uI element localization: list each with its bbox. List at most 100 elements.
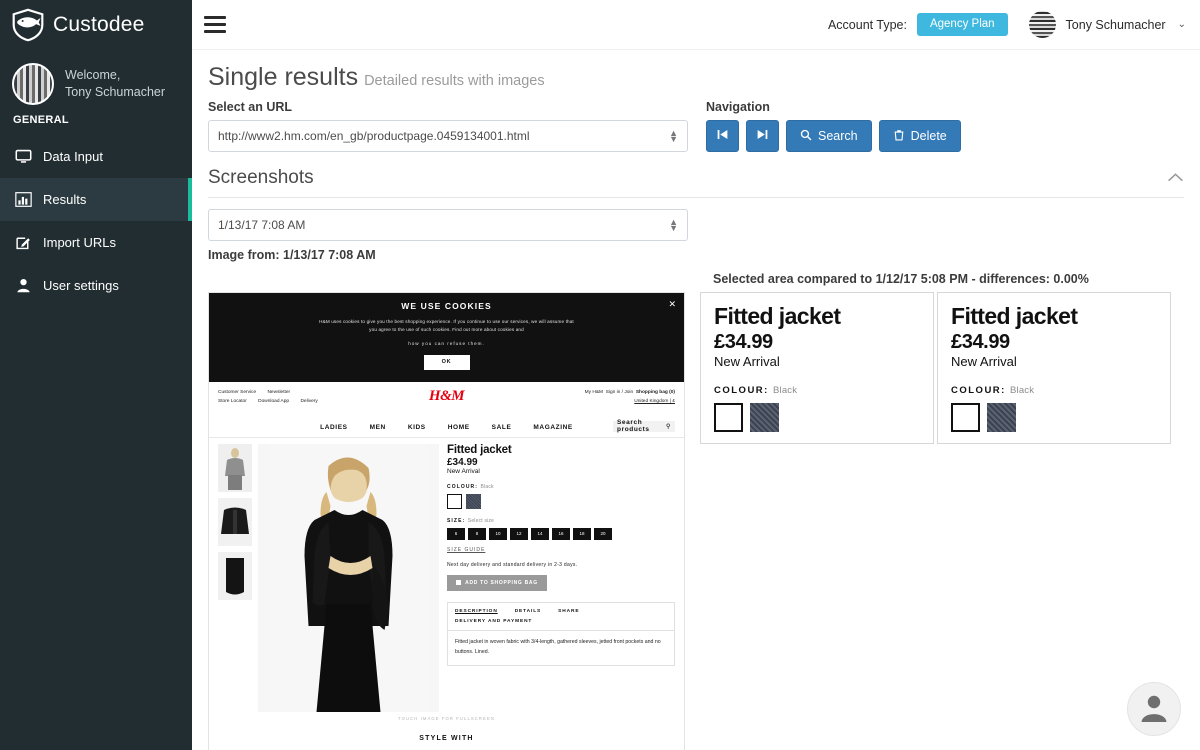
size-buttons: 6 8 10 12 14 16 18 20 — [447, 527, 675, 540]
utility-link[interactable]: Store Locator — [218, 399, 247, 404]
size-button[interactable]: 18 — [573, 527, 591, 540]
sidebar-item-data-input[interactable]: Data Input — [0, 135, 192, 178]
chevron-down-icon[interactable]: ⌄ — [1178, 19, 1186, 30]
user-icon — [15, 277, 32, 294]
welcome-greeting: Welcome, — [65, 68, 121, 82]
bar-chart-icon — [15, 191, 32, 208]
utility-link[interactable]: Download App — [258, 399, 289, 404]
screenshots-panel-header: Screenshots — [208, 167, 1184, 198]
site-utility-left: Customer Service Newsletter Store Locato… — [218, 388, 328, 407]
welcome-text: Welcome, Tony Schumacher — [65, 67, 165, 101]
screenshot-date-select[interactable]: 1/13/17 7:08 AM ▲ ▼ — [208, 209, 688, 241]
hm-logo[interactable]: H&M — [429, 388, 465, 405]
search-button[interactable]: Search — [786, 120, 872, 152]
support-avatar-button[interactable] — [1127, 682, 1181, 736]
close-icon[interactable]: ✕ — [668, 299, 676, 310]
my-account-link[interactable]: My H&M — [585, 390, 603, 395]
nav-home[interactable]: HOME — [448, 424, 470, 431]
brand-logo[interactable]: Custodee — [0, 0, 192, 50]
sidebar-item-results[interactable]: Results — [0, 178, 192, 221]
nav-magazine[interactable]: MAGAZINE — [533, 424, 572, 431]
colour-swatch-denim — [987, 403, 1016, 433]
trash-icon — [893, 129, 905, 144]
delete-button-label: Delete — [910, 129, 947, 143]
screenshot-area: WE USE COOKIES H&M uses cookies to give … — [192, 292, 1200, 750]
nav-kids[interactable]: KIDS — [408, 424, 426, 431]
size-button[interactable]: 16 — [552, 527, 570, 540]
navigation-label: Navigation — [706, 100, 770, 114]
description-tabs: DESCRIPTION DETAILS SHARE — [448, 603, 674, 619]
colour-swatch-denim[interactable] — [466, 493, 481, 509]
nav-sale[interactable]: SALE — [492, 424, 512, 431]
size-button[interactable]: 10 — [489, 527, 507, 540]
sidebar-item-label: Data Input — [43, 149, 103, 164]
colour-swatch-black — [714, 403, 743, 433]
card-colour-value-text: Black — [772, 385, 798, 397]
description-box: DESCRIPTION DETAILS SHARE DELIVERY AND P… — [447, 601, 675, 666]
screenshot-selector-row: 1/13/17 7:08 AM ▲ ▼ Image from: 1/13/17 7… — [208, 209, 1184, 286]
nav-ladies[interactable]: LADIES — [320, 424, 347, 431]
sidebar-item-label: Import URLs — [43, 235, 116, 250]
navigation-buttons: Search Delete — [706, 120, 961, 152]
card-colour-label-text: COLOUR: — [714, 385, 769, 397]
plan-badge[interactable]: Agency Plan — [916, 12, 1008, 37]
thumbnail-1[interactable] — [218, 443, 252, 492]
skip-back-icon — [716, 128, 729, 144]
card-colour-label: COLOUR: Black — [951, 385, 1157, 396]
delete-button[interactable]: Delete — [878, 120, 961, 152]
signin-link[interactable]: Sign in / Join — [606, 390, 633, 395]
first-record-button[interactable] — [706, 120, 739, 152]
url-select[interactable]: http://www2.hm.com/en_gb/productpage.045… — [208, 120, 688, 152]
thumbnail-2[interactable] — [218, 497, 252, 546]
sidebar-item-user-settings[interactable]: User settings — [0, 264, 192, 307]
hamburger-icon[interactable] — [204, 16, 226, 33]
colour-swatch-black[interactable] — [447, 493, 462, 509]
country-link[interactable]: United Kingdom | £ — [634, 399, 675, 404]
tab-delivery-payment[interactable]: DELIVERY AND PAYMENT — [448, 619, 674, 630]
sidebar: Custodee Welcome, Tony Schumacher GENERA… — [0, 0, 192, 750]
site-search-input[interactable]: Search products ⚲ — [613, 419, 675, 433]
site-main-nav: LADIES MEN KIDS HOME SALE MAGAZINE Searc… — [218, 418, 675, 437]
size-button[interactable]: 20 — [594, 527, 612, 540]
page-content: Single results Detailed results with imag… — [192, 50, 1200, 286]
last-record-button[interactable] — [746, 120, 779, 152]
card-colour-label: COLOUR: Black — [714, 385, 920, 396]
card-colour-value-text: Black — [1009, 385, 1035, 397]
sidebar-user-panel: Welcome, Tony Schumacher — [0, 50, 192, 112]
cookie-ok-button[interactable]: OK — [423, 354, 470, 370]
comparison-card-previous: Fitted jacket £34.99 New Arrival COLOUR:… — [937, 292, 1171, 444]
tab-description[interactable]: DESCRIPTION — [455, 609, 498, 614]
cookie-title: WE USE COOKIES — [401, 301, 492, 311]
website-screenshot[interactable]: WE USE COOKIES H&M uses cookies to give … — [208, 292, 685, 750]
nav-men[interactable]: MEN — [370, 424, 386, 431]
tab-details[interactable]: DETAILS — [515, 609, 541, 614]
utility-link[interactable]: Delivery — [300, 399, 317, 404]
sidebar-item-label: User settings — [43, 278, 119, 293]
shopping-bag-link[interactable]: Shopping bag (0) — [636, 390, 675, 395]
size-button[interactable]: 14 — [531, 527, 549, 540]
topbar-right: Account Type: Agency Plan Tony Schumache… — [828, 11, 1186, 38]
url-field-label: Select an URL — [208, 100, 293, 114]
screenshot-date-value: 1/13/17 7:08 AM — [218, 218, 306, 232]
card-product-price: £34.99 — [714, 331, 773, 354]
chevron-up-icon[interactable] — [1167, 170, 1184, 187]
size-button[interactable]: 6 — [447, 527, 465, 540]
size-button[interactable]: 8 — [468, 527, 486, 540]
sidebar-nav: Data Input Results Import URLs User sett… — [0, 135, 192, 307]
size-guide-link[interactable]: SIZE GUIDE — [447, 547, 675, 553]
topbar-username[interactable]: Tony Schumacher — [1066, 18, 1166, 32]
comparison-card-current: Fitted jacket £34.99 New Arrival COLOUR:… — [700, 292, 934, 444]
tab-share[interactable]: SHARE — [558, 609, 579, 614]
card-product-name: Fitted jacket — [714, 303, 841, 329]
utility-link[interactable]: Customer Service — [218, 390, 256, 395]
style-with-heading: STYLE WITH — [419, 734, 474, 742]
product-hero-image[interactable] — [258, 443, 439, 712]
product-price: £34.99 — [447, 456, 478, 468]
utility-link[interactable]: Newsletter — [267, 390, 290, 395]
sidebar-item-import-urls[interactable]: Import URLs — [0, 221, 192, 264]
size-button[interactable]: 12 — [510, 527, 528, 540]
colour-swatch-denim — [750, 403, 779, 433]
add-to-bag-button[interactable]: ADD TO SHOPPING BAG — [447, 574, 547, 591]
skip-forward-icon — [756, 128, 769, 144]
thumbnail-3[interactable] — [218, 551, 252, 600]
